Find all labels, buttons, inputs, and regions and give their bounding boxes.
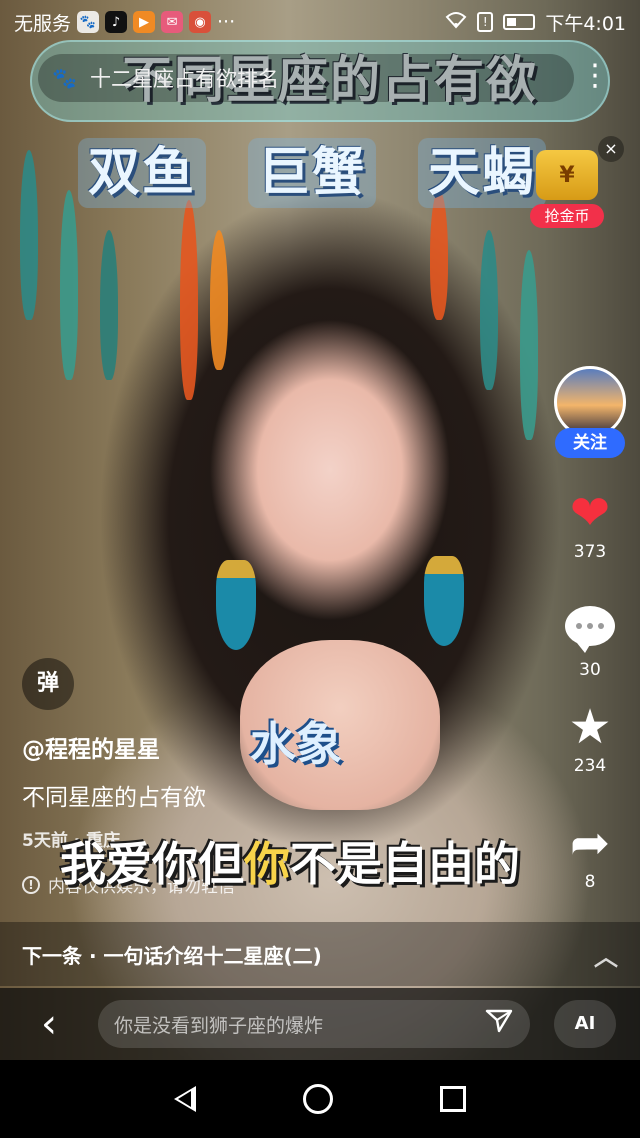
heart-icon: ❤ (569, 485, 611, 541)
decor-earring (424, 556, 464, 646)
decor-feather (520, 250, 538, 440)
chevron-up-icon[interactable]: ︿ (594, 937, 618, 972)
like-count: 373 (573, 542, 607, 562)
subtitle-part: 不是自由的 (290, 837, 520, 891)
star-icon: ★ (568, 699, 612, 755)
ai-assistant-button[interactable]: AI (554, 1000, 616, 1048)
sign-tag-pisces: 双鱼 (78, 138, 207, 208)
next-video-title: 下一条 · 一句话介绍十二星座(二) (22, 943, 322, 968)
favorite-button[interactable]: ★ 234 (552, 700, 628, 776)
clock: 下午4:01 (545, 12, 626, 35)
decor-earring (216, 560, 256, 650)
comment-count: 30 (579, 660, 601, 680)
nav-back-icon[interactable] (173, 1086, 196, 1112)
mini-title: 十二星座占有欲排名 (90, 67, 279, 91)
caption-water-sign: 水象 (250, 717, 342, 771)
paw-icon: 🐾 (52, 66, 77, 90)
subtitle-highlight: 你 (244, 837, 290, 891)
sign-tag-scorpio: 天蝎 (418, 138, 547, 208)
danmu-toggle-button[interactable]: 弹 (22, 658, 74, 710)
sign-tag-cancer: 巨蟹 (248, 138, 377, 208)
battery-icon (503, 14, 536, 30)
subtitle-caption: 我爱你但你不是自由的 (60, 828, 520, 894)
chat-icon: ✉ (161, 11, 184, 33)
decor-feather (20, 150, 38, 320)
back-button[interactable]: ‹ (0, 988, 98, 1060)
paw-icon: 🐾 (77, 11, 100, 33)
author-name[interactable]: @程程的星星 (22, 730, 160, 764)
system-nav-bar (0, 1060, 640, 1138)
status-bar: 无服务 🐾 ♪ ▶ ✉ ◉ ··· ! 下午4:01 (0, 0, 640, 44)
more-notifications-icon: ··· (217, 11, 236, 33)
decor-feather (60, 190, 78, 380)
comment-placeholder: 你是没看到狮子座的爆炸 (114, 1014, 324, 1037)
mini-title-bar[interactable]: 🐾 十二星座占有欲排名 (38, 54, 574, 102)
decor-feather (100, 230, 118, 380)
like-button[interactable]: ❤ 373 (552, 486, 628, 562)
info-icon: ! (22, 875, 40, 894)
video-description: 不同星座的占有欲 (22, 785, 206, 811)
comment-icon (565, 606, 615, 653)
action-column: 关注 ❤ 373 30 ★ 234 ➦ 8 (552, 366, 628, 892)
more-options-button[interactable]: ⋮ (580, 56, 610, 96)
alert-icon: ! (477, 12, 494, 32)
grab-coin-label: 抢金币 (530, 204, 604, 228)
send-icon[interactable] (484, 1008, 514, 1041)
grab-coin-button[interactable]: ¥ 抢金币 (530, 150, 604, 228)
video-icon: ▶ (133, 11, 156, 33)
coin-icon: ¥ (536, 150, 598, 200)
decor-feather (480, 230, 498, 390)
share-button[interactable]: ➦ 8 (552, 816, 628, 892)
favorite-count: 234 (573, 756, 607, 776)
decor-feather (180, 200, 198, 400)
next-video-bar[interactable]: 下一条 · 一句话介绍十二星座(二) ︿ (0, 922, 640, 986)
share-count: 8 (584, 872, 596, 892)
comment-input[interactable]: 你是没看到狮子座的爆炸 (98, 1000, 530, 1048)
wifi-icon (445, 11, 467, 34)
game-icon: ◉ (189, 11, 212, 33)
nav-home-icon[interactable] (302, 1084, 333, 1114)
carrier-text: 无服务 (14, 12, 72, 35)
nav-recent-apps-icon[interactable] (440, 1086, 467, 1112)
decor-feather (210, 230, 228, 370)
share-arrow-icon: ➦ (569, 815, 611, 871)
subtitle-part: 我爱你但 (60, 837, 244, 891)
comment-bar: ‹ 你是没看到狮子座的爆炸 AI (0, 988, 640, 1060)
tiktok-icon: ♪ (105, 11, 128, 33)
comment-button[interactable]: 30 (552, 600, 628, 680)
follow-button[interactable]: 关注 (555, 428, 625, 458)
decor-feather (430, 190, 448, 320)
